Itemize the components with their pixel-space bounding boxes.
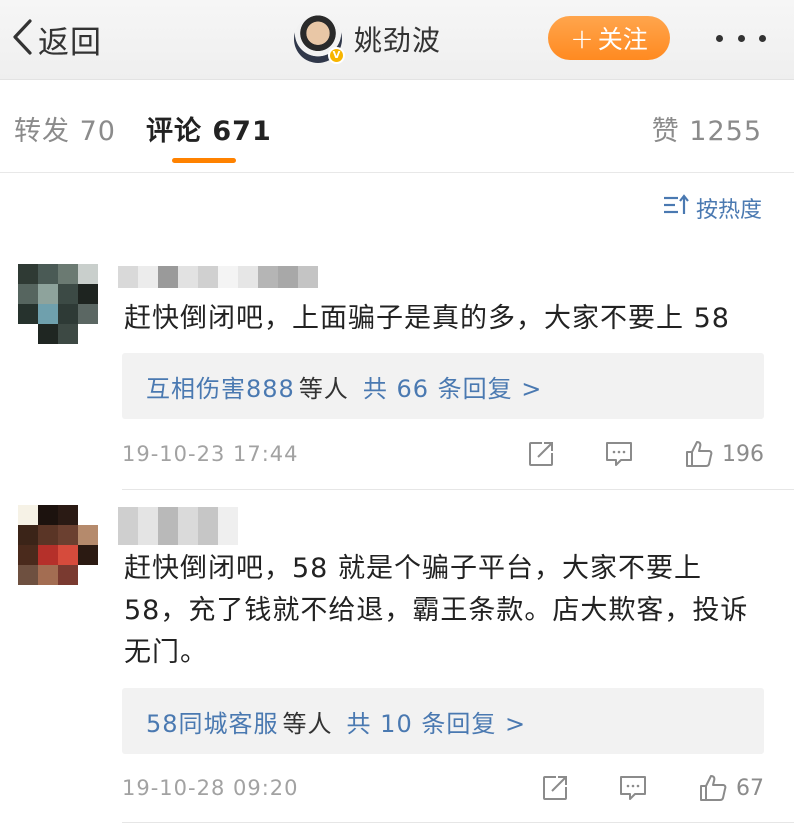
repost-icon[interactable] <box>526 439 556 469</box>
comment-actions: 67 <box>540 773 764 803</box>
divider <box>122 822 794 823</box>
blurred-username[interactable] <box>118 507 238 545</box>
follow-button[interactable]: + 关注 <box>548 16 670 60</box>
avatar[interactable] <box>18 264 98 344</box>
sort-by-hot-button[interactable]: 按热度 <box>662 192 762 224</box>
comment-text: 赶快倒闭吧，58 就是个骗子平台，大家不要上 58，充了钱就不给退，霸王条款。店… <box>124 553 749 668</box>
chevron-left-icon <box>10 18 34 60</box>
thumbs-up-icon[interactable] <box>698 773 728 803</box>
thumbs-up-icon[interactable] <box>684 439 714 469</box>
like-count: 196 <box>722 441 764 467</box>
comment-icon[interactable] <box>604 439 634 469</box>
reply-preview-mid: 等人 <box>298 374 349 403</box>
avatar[interactable]: V <box>294 15 345 64</box>
reply-preview-user[interactable]: 58同城客服 <box>146 704 279 739</box>
tab-likes[interactable]: 赞 1255 <box>652 109 762 148</box>
back-button[interactable]: 返回 <box>10 18 102 61</box>
tab-bar: 转发 70 评论 671 赞 1255 <box>0 81 794 173</box>
sort-label: 按热度 <box>695 198 762 223</box>
blurred-username[interactable] <box>118 266 318 288</box>
reply-preview-box[interactable]: 58同城客服 等人 共 10 条回复 > <box>122 688 764 754</box>
follow-label: 关注 <box>597 25 648 54</box>
reply-preview-mid: 等人 <box>282 709 333 738</box>
user-name[interactable]: 姚劲波 <box>354 19 441 59</box>
back-label: 返回 <box>38 24 102 61</box>
reply-preview-box[interactable]: 互相伤害888 等人 共 66 条回复 > <box>122 353 764 419</box>
tab-comments[interactable]: 评论 671 <box>146 109 272 148</box>
verified-badge-icon: V <box>328 47 345 64</box>
timestamp: 19-10-23 17:44 <box>122 442 299 466</box>
comment-meta: 19-10-28 09:20 67 <box>122 771 764 805</box>
divider <box>122 489 794 490</box>
more-icon[interactable] <box>716 26 766 50</box>
sort-icon <box>662 193 696 223</box>
active-tab-indicator <box>172 158 236 163</box>
top-nav-bar: 返回 V 姚劲波 + 关注 <box>0 0 794 80</box>
comment-meta: 19-10-23 17:44 196 <box>122 437 764 471</box>
reply-preview-user[interactable]: 互相伤害888 <box>146 369 295 404</box>
nav-user-profile[interactable]: V 姚劲波 <box>294 14 441 64</box>
repost-icon[interactable] <box>540 773 570 803</box>
reply-count-link[interactable]: 共 66 条回复 > <box>363 369 543 404</box>
like-count: 67 <box>736 775 764 801</box>
reply-count-link[interactable]: 共 10 条回复 > <box>347 704 527 739</box>
comment-text: 赶快倒闭吧，上面骗子是真的多，大家不要上 58 <box>124 303 730 334</box>
plus-icon: + <box>570 21 594 55</box>
comment-actions: 196 <box>526 439 764 469</box>
avatar[interactable] <box>18 505 98 585</box>
comment-icon[interactable] <box>618 773 648 803</box>
timestamp: 19-10-28 09:20 <box>122 776 299 800</box>
tab-reposts[interactable]: 转发 70 <box>14 109 116 148</box>
